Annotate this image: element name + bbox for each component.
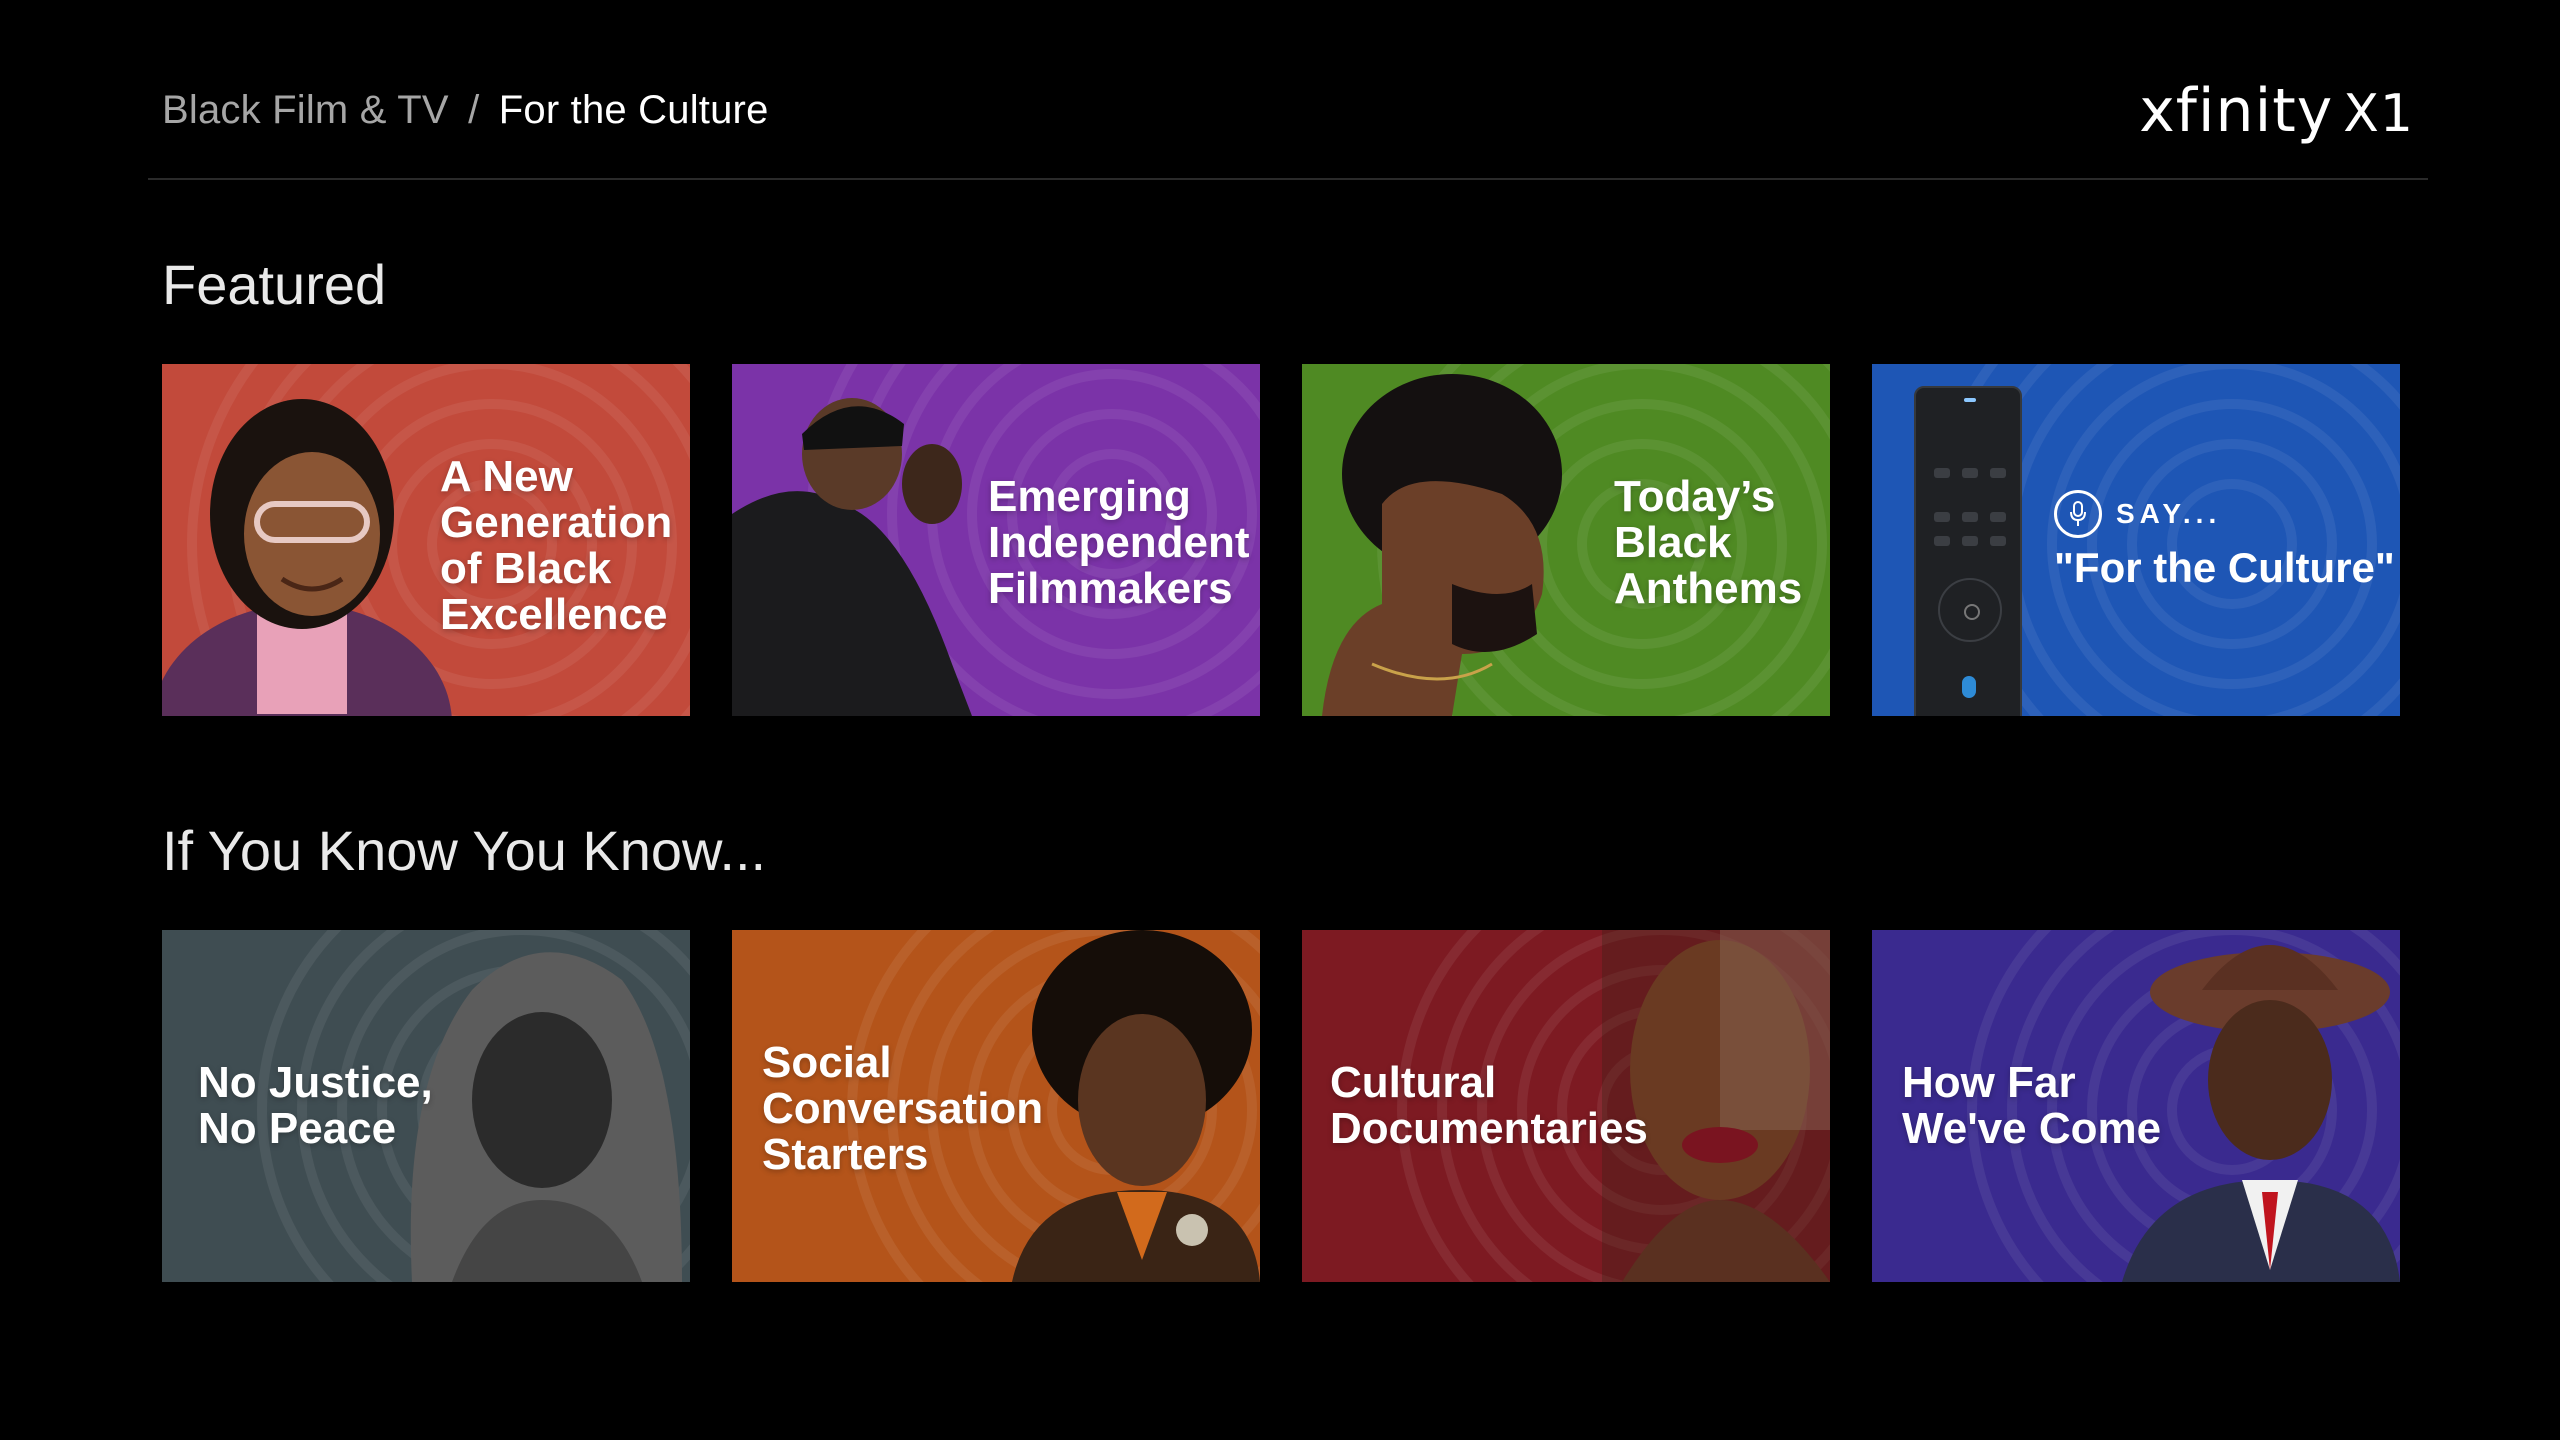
xfinity-x1-logo: xfinity X1 xyxy=(2139,76,2414,146)
tile-label: Social Conversation Starters xyxy=(762,1038,1044,1179)
portrait-man-profile-image xyxy=(1322,374,1562,716)
if-you-know-row: No Justice, No Peace Social Conversation… xyxy=(162,930,2400,1282)
microphone-icon xyxy=(2054,490,2102,538)
featured-row: A New Generation of Black Excellence Eme… xyxy=(162,364,2400,716)
tile-cultural-documentaries[interactable]: Cultural Documentaries xyxy=(1302,930,1830,1282)
tile-how-far[interactable]: How Far We've Come xyxy=(1872,930,2400,1282)
tile-voice-command[interactable]: SAY... "For the Culture" xyxy=(1872,364,2400,716)
tile-new-generation[interactable]: A New Generation of Black Excellence xyxy=(162,364,690,716)
tile-social-conversation[interactable]: Social Conversation Starters xyxy=(732,930,1260,1282)
tile-label: How Far We've Come xyxy=(1902,1058,2162,1153)
tile-label: A New Generation of Black Excellence xyxy=(440,452,673,639)
voice-remote-image xyxy=(1914,386,2022,716)
breadcrumb: Black Film & TV / For the Culture xyxy=(162,88,769,133)
tile-black-anthems[interactable]: Today’s Black Anthems xyxy=(1302,364,1830,716)
tile-label: No Justice, No Peace xyxy=(198,1058,433,1153)
say-label: SAY... xyxy=(2116,498,2222,529)
tile-no-justice[interactable]: No Justice, No Peace xyxy=(162,930,690,1282)
portrait-hoodie-image xyxy=(410,952,682,1282)
voice-phrase: "For the Culture" xyxy=(2054,544,2395,591)
logo-suffix: X1 xyxy=(2343,84,2414,144)
section-title-featured: Featured xyxy=(162,253,387,316)
breadcrumb-separator: / xyxy=(468,88,480,132)
tile-emerging-filmmakers[interactable]: Emerging Independent Filmmakers xyxy=(732,364,1260,716)
portrait-girl-image xyxy=(162,399,452,716)
tile-label: Emerging Independent Filmmakers xyxy=(988,472,1250,613)
section-title-if-you-know: If You Know You Know... xyxy=(162,819,767,882)
tile-label: Today’s Black Anthems xyxy=(1614,472,1803,613)
breadcrumb-current: For the Culture xyxy=(498,88,769,132)
filmmakers-image xyxy=(732,398,972,716)
breadcrumb-parent[interactable]: Black Film & TV xyxy=(162,88,449,132)
say-prompt: SAY... xyxy=(2054,490,2221,538)
logo-wordmark: xfinity xyxy=(2139,76,2334,146)
header: Black Film & TV / For the Culture xfinit… xyxy=(148,0,2428,180)
tile-label: Cultural Documentaries xyxy=(1330,1058,1648,1153)
